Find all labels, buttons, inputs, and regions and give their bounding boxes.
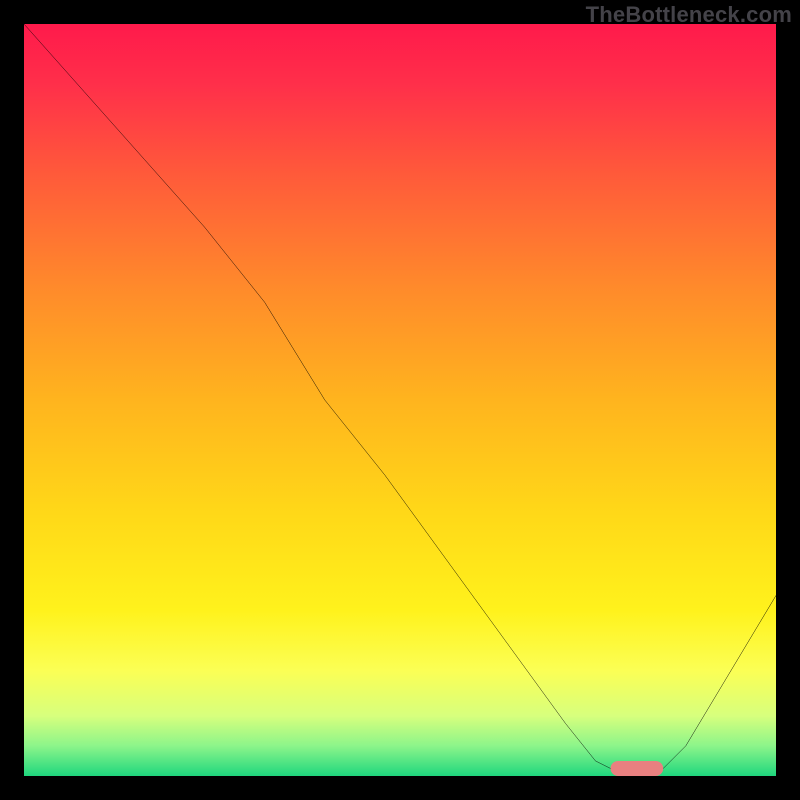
optimal-range-marker (611, 761, 664, 776)
chart-frame: TheBottleneck.com (0, 0, 800, 800)
chart-plot-area (24, 24, 776, 776)
chart-svg (24, 24, 776, 776)
heatmap-background (24, 24, 776, 776)
